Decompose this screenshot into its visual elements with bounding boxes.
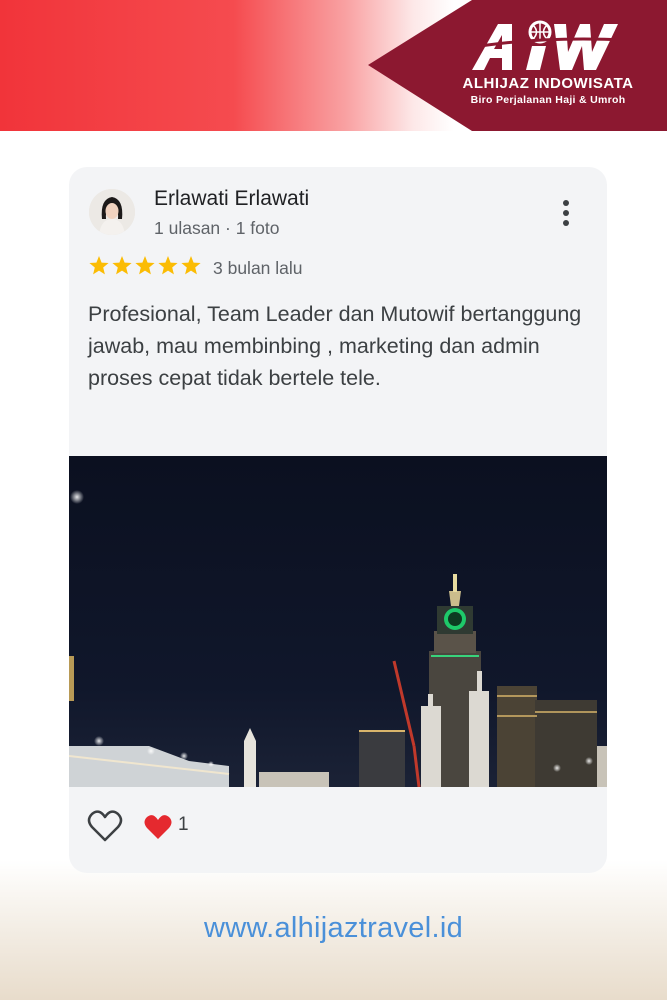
brand-logo-icon bbox=[468, 20, 627, 70]
footer-website-link[interactable]: www.alhijaztravel.id bbox=[0, 912, 667, 945]
brand-name: ALHIJAZ INDOWISATA bbox=[462, 75, 634, 92]
header-banner: ALHIJAZ INDOWISATA Biro Perjalanan Haji … bbox=[0, 0, 667, 131]
review-text: Profesional, Team Leader dan Mutowif ber… bbox=[88, 302, 582, 390]
reaction-count: 1 bbox=[178, 814, 189, 835]
review-photo[interactable] bbox=[69, 456, 607, 788]
brand-tagline: Biro Perjalanan Haji & Umroh bbox=[470, 94, 626, 106]
star-rating bbox=[88, 255, 202, 277]
reviewer-name[interactable]: Erlawati Erlawati bbox=[154, 187, 309, 211]
review-card: Erlawati Erlawati 1 ulasan · 1 foto 3 bu… bbox=[69, 167, 607, 873]
heart-outline-icon[interactable] bbox=[87, 809, 123, 843]
star-icon bbox=[89, 256, 109, 275]
star-icon bbox=[135, 256, 155, 275]
star-icon bbox=[158, 256, 178, 275]
reviewer-meta: 1 ulasan · 1 foto bbox=[154, 218, 280, 238]
avatar[interactable] bbox=[89, 189, 135, 235]
more-vert-icon[interactable] bbox=[556, 197, 576, 229]
star-icon bbox=[112, 256, 132, 275]
star-icon bbox=[181, 256, 201, 275]
heart-filled-icon bbox=[144, 815, 172, 839]
review-age: 3 bulan lalu bbox=[213, 258, 303, 278]
